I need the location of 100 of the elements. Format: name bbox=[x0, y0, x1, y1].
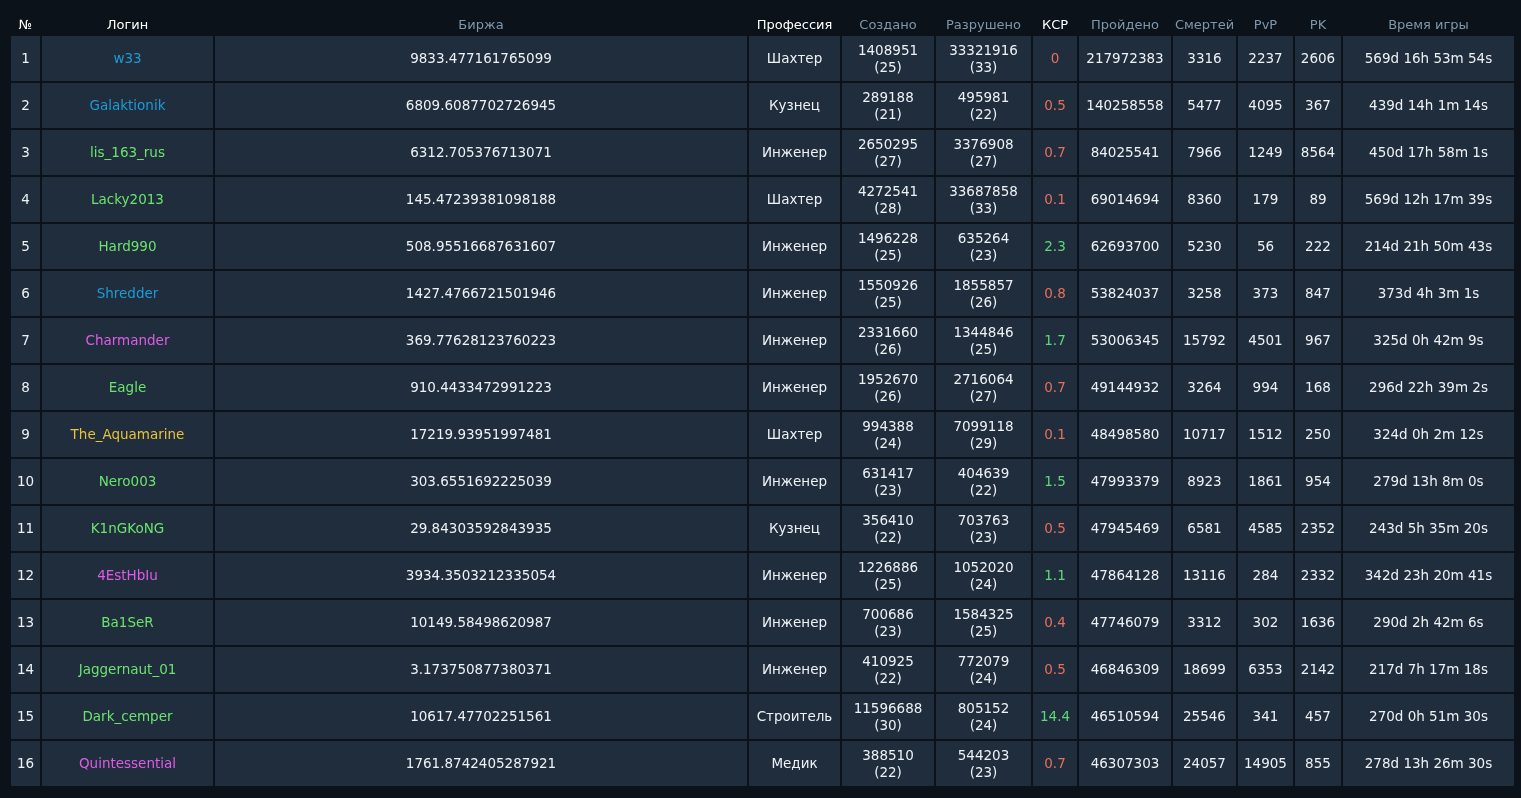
table-cell: 11 bbox=[11, 506, 40, 551]
table-cell: 2606 bbox=[1295, 36, 1341, 81]
table-cell: 495981 (22) bbox=[936, 83, 1031, 128]
column-header[interactable]: PvP bbox=[1238, 14, 1293, 34]
table-cell: 855 bbox=[1295, 741, 1341, 786]
table-cell: 6 bbox=[11, 271, 40, 316]
ratio-value: 1.5 bbox=[1044, 473, 1066, 489]
table-cell: 7099118 (29) bbox=[936, 412, 1031, 457]
table-cell: 10617.47702251561 bbox=[215, 694, 747, 739]
table-cell: 1249 bbox=[1238, 130, 1293, 175]
table-cell: Инженер bbox=[749, 553, 840, 598]
player-name-link[interactable]: Lacky2013 bbox=[91, 191, 164, 207]
column-header[interactable]: Смертей bbox=[1173, 14, 1236, 34]
table-cell: 12 bbox=[11, 553, 40, 598]
table-cell: 15792 bbox=[1173, 318, 1236, 363]
table-cell: 5230 bbox=[1173, 224, 1236, 269]
table-cell: 17219.93951997481 bbox=[215, 412, 747, 457]
table-cell: Кузнец bbox=[749, 83, 840, 128]
table-cell: 7966 bbox=[1173, 130, 1236, 175]
table-cell: 569d 12h 17m 39s bbox=[1343, 177, 1514, 222]
table-cell: 62693700 bbox=[1079, 224, 1171, 269]
player-name-link[interactable]: K1nGKoNG bbox=[90, 520, 165, 536]
table-cell: 325d 0h 42m 9s bbox=[1343, 318, 1514, 363]
player-name-link[interactable]: lis_163_rus bbox=[90, 144, 165, 160]
table-cell: 279d 13h 8m 0s bbox=[1343, 459, 1514, 504]
table-cell: 1636 bbox=[1295, 600, 1341, 645]
table-cell: 373d 4h 3m 1s bbox=[1343, 271, 1514, 316]
table-cell: 16 bbox=[11, 741, 40, 786]
table-cell: 367 bbox=[1295, 83, 1341, 128]
player-name-link[interactable]: Eagle bbox=[108, 379, 147, 395]
table-cell: Инженер bbox=[749, 224, 840, 269]
ratio-value: 0.7 bbox=[1044, 379, 1066, 395]
table-cell: 6353 bbox=[1238, 647, 1293, 692]
player-name-link[interactable]: Shredder bbox=[96, 285, 159, 301]
table-cell: 8 bbox=[11, 365, 40, 410]
table-cell: 4272541 (28) bbox=[842, 177, 934, 222]
table-cell: 3376908 (27) bbox=[936, 130, 1031, 175]
table-cell: 243d 5h 35m 20s bbox=[1343, 506, 1514, 551]
table-cell: 635264 (23) bbox=[936, 224, 1031, 269]
table-cell: 388510 (22) bbox=[842, 741, 934, 786]
table-cell: 168 bbox=[1295, 365, 1341, 410]
ratio-value: 0.5 bbox=[1044, 97, 1066, 113]
table-cell: 1408951 (25) bbox=[842, 36, 934, 81]
table-cell: 4 bbox=[11, 177, 40, 222]
table-cell: 7 bbox=[11, 318, 40, 363]
table-cell: 18699 bbox=[1173, 647, 1236, 692]
column-header[interactable]: Пройдено bbox=[1079, 14, 1171, 34]
table-cell: 967 bbox=[1295, 318, 1341, 363]
player-name-link[interactable]: Nero003 bbox=[98, 473, 157, 489]
player-name-link[interactable]: 4EstHbIu bbox=[97, 567, 158, 583]
table-cell: 3316 bbox=[1173, 36, 1236, 81]
table-cell: Инженер bbox=[749, 130, 840, 175]
table-cell: 24057 bbox=[1173, 741, 1236, 786]
table-cell: 457 bbox=[1295, 694, 1341, 739]
column-header: № bbox=[17, 15, 34, 34]
table-cell: 356410 (22) bbox=[842, 506, 934, 551]
table-cell: 700686 (23) bbox=[842, 600, 934, 645]
column-header[interactable]: PK bbox=[1295, 14, 1341, 34]
ratio-value: 0.4 bbox=[1044, 614, 1066, 630]
player-name-link[interactable]: Galaktionik bbox=[89, 97, 166, 113]
table-cell: 373 bbox=[1238, 271, 1293, 316]
table-cell: 569d 16h 53m 54s bbox=[1343, 36, 1514, 81]
player-name-link[interactable]: The_Aquamarine bbox=[70, 426, 185, 442]
table-cell: 847 bbox=[1295, 271, 1341, 316]
column-header[interactable]: Разрушено bbox=[936, 14, 1031, 34]
table-cell: 1512 bbox=[1238, 412, 1293, 457]
table-cell: Кузнец bbox=[749, 506, 840, 551]
column-header[interactable]: Время игры bbox=[1343, 14, 1514, 34]
ratio-value: 0.1 bbox=[1044, 191, 1066, 207]
player-name-link[interactable]: Hard990 bbox=[98, 238, 157, 254]
table-cell: 10717 bbox=[1173, 412, 1236, 457]
player-name-link[interactable]: w33 bbox=[113, 50, 142, 66]
table-cell: 1496228 (25) bbox=[842, 224, 934, 269]
table-cell: 410925 (22) bbox=[842, 647, 934, 692]
table-cell: 772079 (24) bbox=[936, 647, 1031, 692]
table-cell: 341 bbox=[1238, 694, 1293, 739]
table-cell: 25546 bbox=[1173, 694, 1236, 739]
table-cell: Инженер bbox=[749, 647, 840, 692]
player-name-link[interactable]: Dark_cemper bbox=[82, 708, 173, 724]
player-name-link[interactable]: Charmander bbox=[85, 332, 170, 348]
player-name-link[interactable]: Quintessential bbox=[78, 755, 177, 771]
table-cell: 2237 bbox=[1238, 36, 1293, 81]
column-header: КСР bbox=[1040, 15, 1070, 34]
table-cell: 1584325 (25) bbox=[936, 600, 1031, 645]
table-cell: 1427.4766721501946 bbox=[215, 271, 747, 316]
table-cell: 47945469 bbox=[1079, 506, 1171, 551]
table-cell: 3.173750877380371 bbox=[215, 647, 747, 692]
table-cell: 4095 bbox=[1238, 83, 1293, 128]
player-name-link[interactable]: Jaggernaut_01 bbox=[78, 661, 177, 677]
ratio-value: 1.1 bbox=[1044, 567, 1066, 583]
table-cell: 404639 (22) bbox=[936, 459, 1031, 504]
column-header[interactable]: Создано bbox=[842, 14, 934, 34]
table-cell: 48498580 bbox=[1079, 412, 1171, 457]
column-header[interactable]: Биржа bbox=[215, 14, 747, 34]
table-cell: Шахтер bbox=[749, 177, 840, 222]
table-cell: 10149.58498620987 bbox=[215, 600, 747, 645]
table-cell: 10 bbox=[11, 459, 40, 504]
table-cell: 1226886 (25) bbox=[842, 553, 934, 598]
table-cell: 47993379 bbox=[1079, 459, 1171, 504]
player-name-link[interactable]: Ba1SeR bbox=[101, 614, 154, 630]
